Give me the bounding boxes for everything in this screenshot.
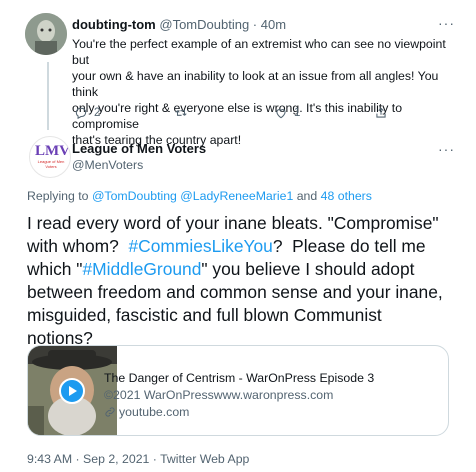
display-name[interactable]: doubting-tom: [72, 17, 156, 32]
retweet-icon: [175, 110, 187, 116]
card-title[interactable]: The Danger of Centrism - WarOnPress Epis…: [104, 371, 374, 385]
logo-text: LMV: [35, 143, 70, 159]
replying-label: Replying to: [27, 189, 89, 203]
play-button[interactable]: [59, 378, 85, 404]
tweet-line: I read every word of your inane bleats. …: [27, 213, 439, 233]
link-icon: [105, 407, 115, 417]
reply-count: 2: [94, 107, 101, 119]
author-name[interactable]: doubting-tom @TomDoubting · 40m: [72, 17, 286, 32]
heart-icon: [276, 109, 286, 119]
share-action[interactable]: [374, 106, 388, 120]
tweet-line: which "#MiddleGround" you believe I shou…: [27, 258, 457, 281]
handle[interactable]: @TomDoubting: [159, 17, 249, 32]
time-ago[interactable]: 40m: [261, 17, 286, 32]
replying-others-link[interactable]: 48 others: [321, 189, 372, 203]
reply-action[interactable]: 2: [74, 106, 100, 120]
hashtag-link[interactable]: #MiddleGround: [82, 259, 201, 279]
play-icon: [69, 386, 77, 396]
retweet-action[interactable]: [174, 106, 194, 120]
hashtag-link[interactable]: #CommiesLikeYou: [128, 236, 272, 256]
reply-line: your own & have an inability to look at …: [72, 69, 439, 99]
reply-line: You're the perfect example of an extremi…: [72, 37, 446, 67]
replying-to: Replying to @TomDoubting @LadyReneeMarie…: [27, 189, 372, 203]
reply-text: You're the perfect example of an extremi…: [72, 36, 454, 148]
avatar-photo: [25, 13, 67, 55]
avatar[interactable]: [25, 13, 67, 55]
replying-handles-link[interactable]: @TomDoubting @LadyReneeMarie1: [92, 189, 293, 203]
display-name[interactable]: League of Men Voters: [72, 141, 206, 156]
thread-line: [47, 62, 49, 130]
avatar[interactable]: LMV League of Men Voters: [29, 136, 71, 178]
tweet-timestamp[interactable]: 9:43 AM · Sep 2, 2021 · Twitter Web App: [27, 452, 249, 466]
tweet-text: I read every word of your inane bleats. …: [27, 212, 457, 350]
card-domain-text: youtube.com: [119, 405, 190, 419]
tweet-line: between freedom and common sense and you…: [27, 282, 443, 302]
card-description[interactable]: ©2021 WarOnPresswww.waronpress.com: [104, 388, 333, 402]
handle[interactable]: @MenVoters: [72, 158, 143, 172]
tweet-line: misguided, fascistic and full blown Comm…: [27, 305, 382, 325]
tweet-line: with whom? #CommiesLikeYou? Please do te…: [27, 235, 457, 258]
share-icon: [376, 107, 386, 118]
text-segment: ? Please do tell me: [272, 236, 426, 256]
logo-subtext: League of Men Voters: [37, 159, 65, 169]
like-action[interactable]: 1: [274, 106, 300, 120]
like-count: 1: [294, 107, 301, 119]
text-segment: " you believe I should adopt: [201, 259, 415, 279]
replying-and: and: [296, 189, 318, 203]
separator: ·: [252, 17, 258, 32]
text-segment: which ": [27, 259, 83, 279]
card-domain[interactable]: youtube.com: [104, 405, 189, 419]
more-options-icon[interactable]: ···: [438, 141, 455, 157]
text-segment: with whom?: [27, 236, 129, 256]
more-options-icon[interactable]: ···: [438, 15, 455, 31]
reply-line: only you're right & everyone else is wro…: [72, 101, 403, 131]
reply-icon: [75, 107, 87, 120]
